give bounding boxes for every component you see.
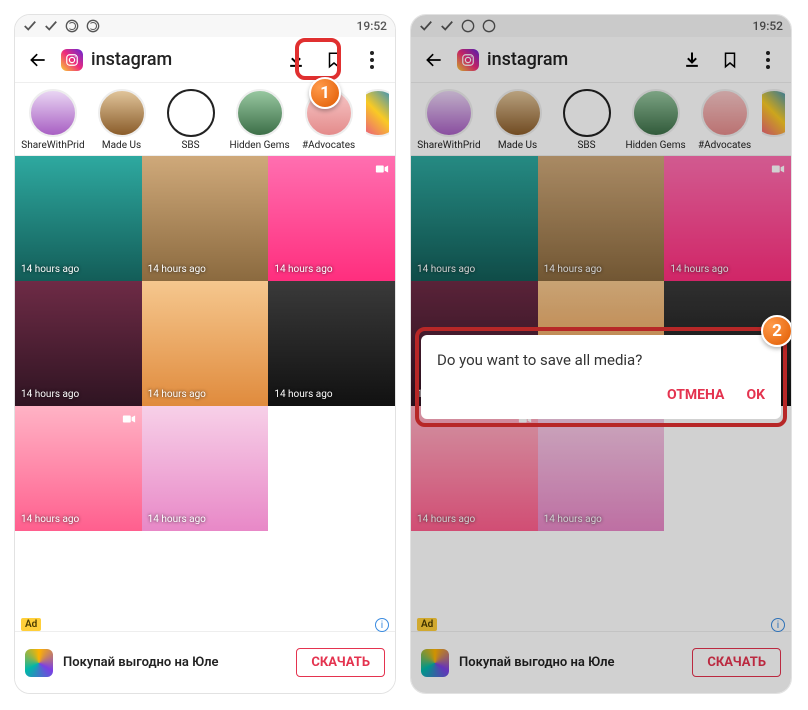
story-label: Hidden Gems [229, 140, 289, 151]
ad-install-button[interactable]: СКАЧАТЬ [296, 648, 385, 677]
media-tile[interactable]: 14 hours ago [142, 281, 269, 406]
confirm-dialog: Do you want to save all media? ОТМЕНА OK [421, 335, 781, 419]
bookmark-button[interactable] [715, 45, 745, 75]
story-item[interactable]: #Advocates [693, 89, 756, 151]
page-title: instagram [487, 49, 669, 70]
status-bar: 19:52 [411, 15, 791, 37]
avatar [98, 89, 146, 137]
story-item[interactable] [762, 89, 785, 151]
toolbar: instagram [15, 37, 395, 83]
media-tile[interactable]: 14 hours ago [664, 156, 791, 281]
ad-info-icon[interactable]: i [375, 618, 389, 632]
media-tile[interactable]: 14 hours ago [268, 156, 395, 281]
story-label: Made Us [102, 140, 141, 151]
callout-1: 1 [309, 77, 341, 109]
more-icon [766, 51, 770, 69]
media-tile[interactable]: 14 hours ago [142, 156, 269, 281]
stories-row: #ShareWithPride Made Us SBS Hidden Gems … [411, 83, 791, 156]
media-tile[interactable]: 14 hours ago [411, 156, 538, 281]
story-item[interactable]: Hidden Gems [624, 89, 687, 151]
ad-app-icon [25, 649, 53, 677]
ad-install-button[interactable]: СКАЧАТЬ [692, 648, 781, 677]
more-button[interactable] [753, 45, 783, 75]
ad-badge: Ad [21, 618, 41, 631]
ad-text: Покупай выгодно на Юле [63, 655, 286, 670]
media-tile[interactable]: 14 hours ago [15, 281, 142, 406]
instagram-logo-icon [457, 49, 479, 71]
story-item[interactable]: Made Us [90, 89, 153, 151]
ad-info-icon[interactable]: i [771, 618, 785, 632]
story-item[interactable]: #ShareWithPride [417, 89, 480, 151]
media-tile[interactable]: 14 hours ago [268, 281, 395, 406]
story-item[interactable]: Made Us [486, 89, 549, 151]
ad-badge: Ad [417, 618, 437, 631]
story-item[interactable]: SBS [555, 89, 618, 151]
avatar [167, 89, 215, 137]
ad-text: Покупай выгодно на Юле [459, 655, 682, 670]
media-tile[interactable]: 14 hours ago [538, 406, 665, 531]
avatar [29, 89, 77, 137]
download-button[interactable] [677, 45, 707, 75]
callout-2: 2 [761, 315, 792, 347]
media-grid[interactable]: 14 hours ago 14 hours ago 14 hours ago 1… [15, 156, 395, 693]
media-grid: 14 hours ago 14 hours ago 14 hours ago 1… [411, 156, 791, 693]
video-icon [122, 412, 136, 430]
story-item[interactable]: #ShareWithPride [21, 89, 84, 151]
viber-icon [482, 19, 496, 33]
ad-banner[interactable]: Ad i Покупай выгодно на Юле СКАЧАТЬ [15, 631, 395, 693]
download-button[interactable] [281, 45, 311, 75]
avatar [236, 89, 284, 137]
instagram-logo-icon [61, 49, 83, 71]
media-tile[interactable]: 14 hours ago [142, 406, 269, 531]
screenshot-left: 19:52 instagram #ShareWithPride Made Us … [14, 14, 396, 694]
viber-icon [461, 19, 475, 33]
bookmark-button[interactable] [319, 45, 349, 75]
status-time: 19:52 [357, 19, 387, 33]
more-button[interactable] [357, 45, 387, 75]
status-bar: 19:52 [15, 15, 395, 37]
checkmark-icon [419, 19, 433, 33]
back-button[interactable] [23, 45, 53, 75]
ad-app-icon [421, 649, 449, 677]
media-tile[interactable]: 14 hours ago [15, 406, 142, 531]
screenshot-right: 19:52 instagram #ShareWithPride Made Us … [410, 14, 792, 694]
media-tile[interactable]: 14 hours ago [15, 156, 142, 281]
dialog-cancel-button[interactable]: ОТМЕНА [667, 387, 724, 403]
story-item[interactable] [366, 89, 389, 151]
back-button[interactable] [419, 45, 449, 75]
video-icon [771, 162, 785, 180]
video-icon [375, 162, 389, 180]
media-tile[interactable]: 14 hours ago [411, 406, 538, 531]
story-item[interactable]: SBS [159, 89, 222, 151]
checkmark-icon [23, 19, 37, 33]
toolbar: instagram [411, 37, 791, 83]
viber-icon [65, 19, 79, 33]
avatar [366, 89, 389, 137]
status-time: 19:52 [753, 19, 783, 33]
ad-banner[interactable]: Ad i Покупай выгодно на Юле СКАЧАТЬ [411, 631, 791, 693]
more-icon [370, 51, 374, 69]
viber-icon [86, 19, 100, 33]
dialog-ok-button[interactable]: OK [746, 387, 765, 403]
story-label: #Advocates [302, 140, 355, 151]
story-item[interactable]: Hidden Gems [228, 89, 291, 151]
checkmark-icon [440, 19, 454, 33]
checkmark-icon [44, 19, 58, 33]
story-label: #ShareWithPride [21, 140, 84, 151]
media-tile[interactable]: 14 hours ago [538, 156, 665, 281]
story-label: SBS [181, 140, 199, 151]
dialog-message: Do you want to save all media? [437, 351, 765, 369]
page-title: instagram [91, 49, 273, 70]
